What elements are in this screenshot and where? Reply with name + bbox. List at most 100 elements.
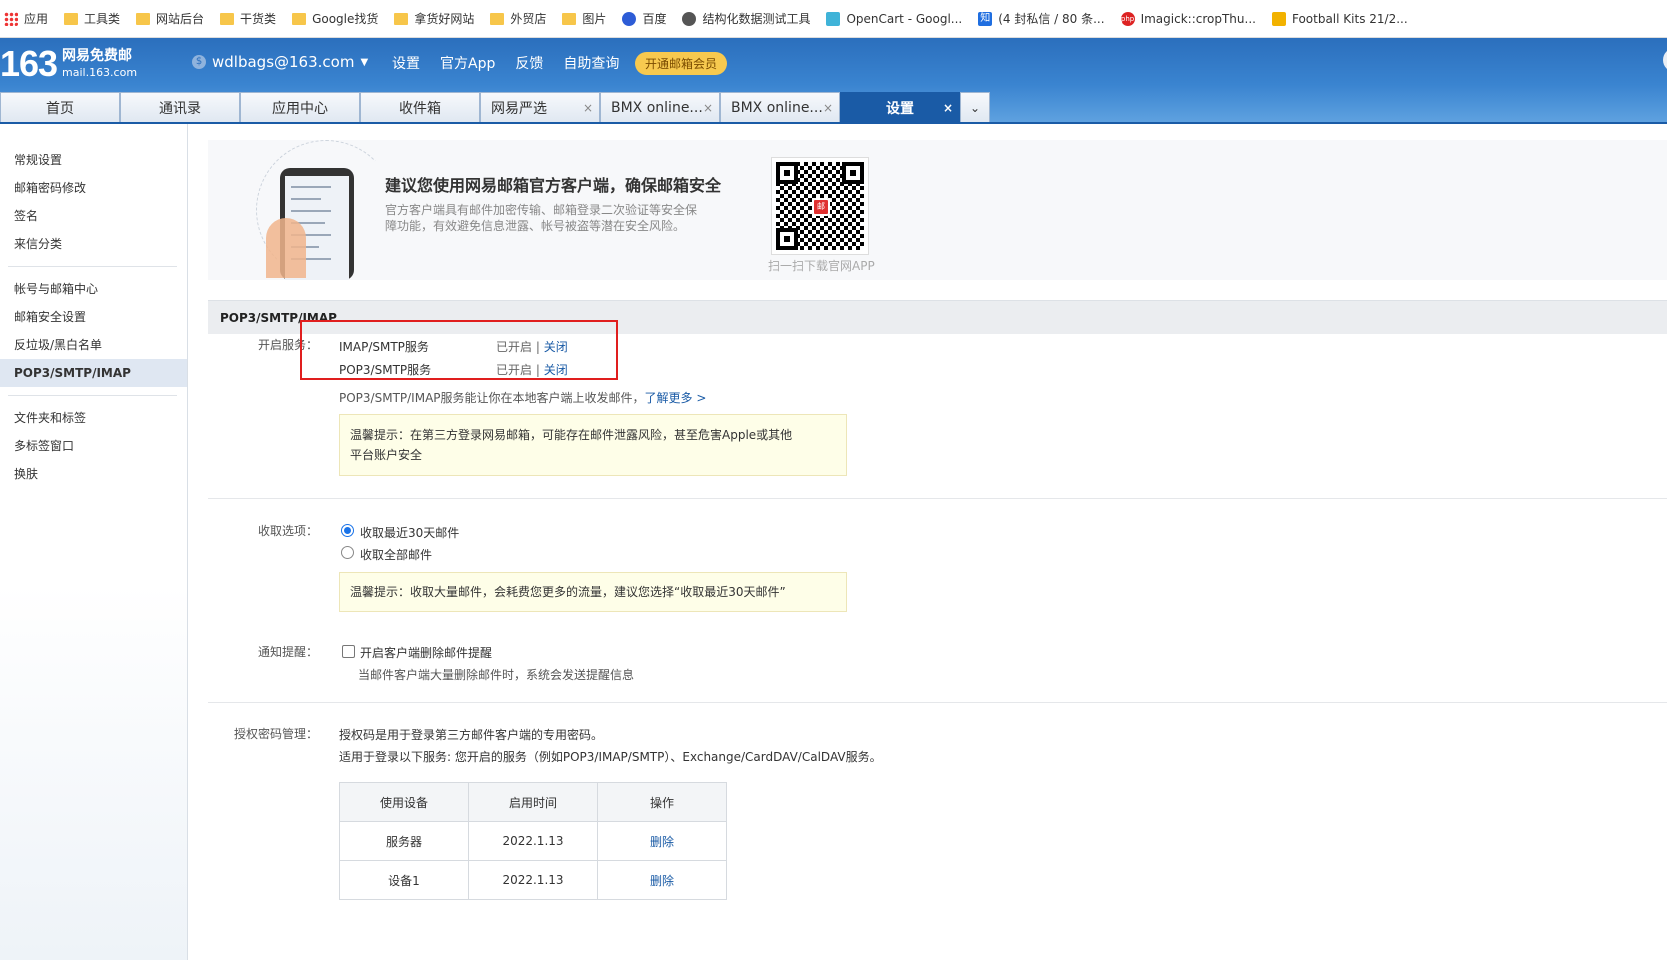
delete-link-text[interactable]: 删除 [650, 874, 674, 888]
settings-link[interactable]: 设置 [392, 53, 420, 73]
delete-notify-checkbox[interactable] [342, 645, 355, 658]
tab-label: 收件箱 [399, 101, 441, 117]
sidebar-item[interactable]: 常规设置 [0, 146, 187, 174]
apps-icon [4, 11, 18, 26]
sidebar-divider [8, 266, 177, 267]
bookmark-item[interactable]: OpenCart - Googl... [826, 11, 963, 26]
fetch-30days-radio[interactable] [341, 524, 354, 537]
bookmark-item[interactable]: Football Kits 21/2... [1271, 11, 1408, 26]
sidebar-item[interactable]: 帐号与邮箱中心 [0, 275, 187, 303]
sidebar-item[interactable]: 邮箱密码修改 [0, 174, 187, 202]
fetch-label: 收取选项： [257, 524, 318, 538]
bookmark-item[interactable]: Google找货 [292, 10, 378, 27]
tab-6[interactable]: BMX online... × [720, 92, 840, 123]
tab-5[interactable]: BMX online... × [600, 92, 720, 123]
sidebar-item[interactable]: 反垃圾/黑白名单 [0, 331, 187, 359]
php-icon: php [1120, 11, 1135, 26]
sidebar-group-general: 常规设置 邮箱密码修改 签名 来信分类 [0, 124, 187, 258]
delete-notify-desc: 当邮件客户端大量删除邮件时，系统会发送提醒信息 [358, 668, 635, 682]
table-row: 设备1 2022.1.13 删除 [339, 860, 727, 900]
promo-description: 官方客户端具有邮件加密传输、邮箱登录二次验证等安全保障功能，有效避免信息泄露、帐… [385, 203, 698, 233]
sidebar-item[interactable]: 多标签窗口 [0, 432, 187, 460]
vip-button[interactable]: 开通邮箱会员 [635, 52, 728, 75]
sidebar-group-display: 文件夹和标签 多标签窗口 换肤 [0, 404, 187, 488]
tab-3[interactable]: 收件箱 [360, 92, 480, 123]
sidebar-item[interactable]: 来信分类 [0, 230, 187, 258]
tab-bar: 首页 通讯录 应用中心 收件箱 网易严选 × BMX online... × BMX onlin… [0, 92, 990, 123]
fetch-all-radio[interactable] [341, 546, 354, 559]
folder-icon [394, 12, 409, 25]
bookmark-item[interactable]: 工具类 [64, 10, 120, 27]
tab-label: 网易严选 [491, 101, 547, 117]
tab-7[interactable]: 设置 × [840, 92, 960, 123]
coin-icon: $ [192, 55, 206, 69]
tab-more-chevron-icon[interactable]: ⌄ [960, 92, 990, 123]
close-icon[interactable]: × [823, 101, 833, 115]
delete-link[interactable]: 删除 [597, 860, 727, 900]
fetch-all-label[interactable]: 收取全部邮件 [360, 546, 432, 563]
delete-link-text[interactable]: 删除 [650, 835, 674, 849]
bookmark-label: 应用 [24, 12, 49, 26]
sidebar-item[interactable]: 换肤 [0, 460, 187, 488]
bookmark-item[interactable]: 拿货好网站 [394, 10, 474, 27]
bookmark-item[interactable]: 应用 [4, 10, 48, 27]
bookmark-item[interactable]: 结构化数据测试工具 [682, 10, 810, 27]
close-icon[interactable]: × [583, 101, 593, 115]
bookmark-item[interactable]: 网站后台 [136, 10, 204, 27]
sidebar-item[interactable]: 邮箱安全设置 [0, 303, 187, 331]
auth-desc-line1: 授权码是用于登录第三方邮件客户端的专用密码。 [339, 728, 604, 742]
tab-label: 通讯录 [159, 101, 201, 117]
bookmark-label: 网站后台 [156, 12, 205, 26]
folder-icon [64, 12, 79, 25]
bookmark-item[interactable]: 知 (4 封私信 / 80 条... [978, 10, 1105, 27]
close-icon[interactable]: × [943, 101, 953, 115]
folder-icon [136, 12, 151, 25]
security-tip-line2: 平台账户安全 [350, 448, 423, 462]
bookmark-label: 图片 [582, 12, 607, 26]
folder-icon [562, 12, 577, 25]
header-links: 设置 官方App 反馈 自助查询 [392, 53, 639, 73]
promo-title: 建议您使用网易邮箱官方客户端，确保邮箱安全 [385, 176, 722, 195]
bookmark-item[interactable]: 图片 [562, 10, 606, 27]
hand-illustration [266, 218, 306, 278]
bookmark-item[interactable]: php Imagick::cropThu... [1120, 11, 1256, 26]
sidebar-item[interactable]: POP3/SMTP/IMAP [0, 359, 187, 387]
row-date: 2022.1.13 [468, 821, 598, 861]
account-menu[interactable]: $ wdlbags@163.com ▼ [192, 53, 368, 71]
delete-notify-label[interactable]: 开启客户端删除邮件提醒 [360, 644, 492, 661]
security-tip: 温馨提示：在第三方登录网易邮箱，可能存在邮件泄露风险，甚至危害Apple或其他 … [339, 414, 847, 476]
bookmark-item[interactable]: 外贸店 [490, 10, 546, 27]
close-icon[interactable]: × [703, 101, 713, 115]
logo-name: 网易免费邮 [62, 48, 132, 64]
bookmark-label: OpenCart - Googl... [846, 11, 963, 26]
app-promo-banner: 建议您使用网易邮箱官方客户端，确保邮箱安全 官方客户端具有邮件加密传输、邮箱登录… [208, 140, 1667, 280]
highlight-annotation [300, 320, 618, 380]
bookmark-label: (4 封私信 / 80 条... [998, 12, 1105, 26]
fetch-30days-label[interactable]: 收取最近30天邮件 [360, 524, 459, 541]
feedback-link[interactable]: 反馈 [515, 53, 543, 73]
logo-number[interactable]: 163 [0, 44, 58, 84]
learn-more-link[interactable]: 了解更多 > [645, 391, 707, 405]
sidebar-item[interactable]: 文件夹和标签 [0, 404, 187, 432]
security-tip-line1: 温馨提示：在第三方登录网易邮箱，可能存在邮件泄露风险，甚至危害Apple或其他 [350, 428, 793, 442]
tab-1[interactable]: 通讯录 [120, 92, 240, 123]
tab-0[interactable]: 首页 [0, 92, 120, 123]
bookmark-item[interactable]: 干货类 [220, 10, 276, 27]
bookmark-label: Football Kits 21/2... [1291, 11, 1408, 26]
divider [208, 498, 1667, 499]
sidebar-item[interactable]: 签名 [0, 202, 187, 230]
tab-2[interactable]: 应用中心 [240, 92, 360, 123]
tab-4[interactable]: 网易严选 × [480, 92, 600, 123]
auth-desc-line2: 适用于登录以下服务: 您开启的服务（例如POP3/IMAP/SMTP）、Exch… [339, 750, 882, 764]
folder-icon [490, 12, 505, 25]
auth-code-table: 使用设备 启用时间 操作 服务器 2022.1.13 删除 设备1 2022.1… [339, 782, 727, 900]
bookmark-label: Google找货 [312, 12, 379, 26]
folder-icon [220, 12, 235, 25]
col-enabled-time: 启用时间 [468, 782, 598, 822]
account-email: wdlbags@163.com [212, 53, 355, 71]
bookmark-item[interactable]: 百度 [622, 10, 666, 27]
row-device: 设备1 [339, 860, 469, 900]
self-service-link[interactable]: 自助查询 [563, 53, 619, 73]
official-app-link[interactable]: 官方App [440, 53, 495, 73]
delete-link[interactable]: 删除 [597, 821, 727, 861]
